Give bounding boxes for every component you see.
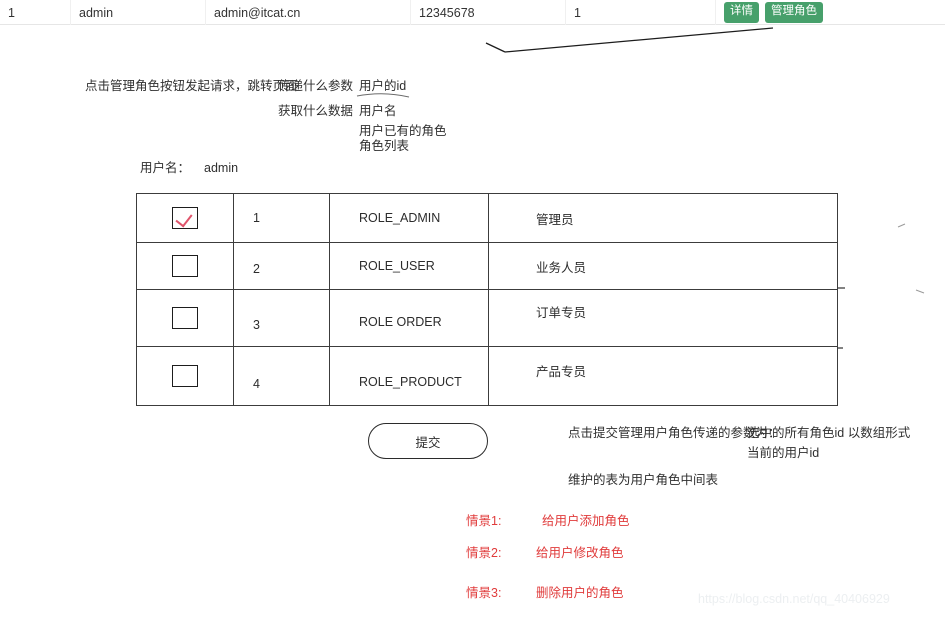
scenario-value: 删除用户的角色 (536, 586, 624, 600)
role-checkbox[interactable] (172, 307, 198, 329)
note-maintained-table: 维护的表为用户角色中间表 (568, 473, 719, 487)
stray-mark-icon (915, 289, 925, 294)
arrow-shaft-icon (504, 27, 774, 53)
role-checkbox-cell (137, 290, 233, 346)
role-name: ROLE_PRODUCT (359, 375, 462, 389)
scenario-label: 情景3: (466, 586, 502, 600)
scenario-value: 给用户修改角色 (536, 546, 624, 560)
annotation-flow-line: 点击管理角色按钮发起请求，跳转页面 (85, 79, 298, 93)
scenario-item-1: 情景1: 给用户添加角色 (466, 510, 630, 529)
role-id: 4 (253, 377, 260, 391)
detail-button[interactable]: 详情 (724, 2, 759, 23)
annotation-param-value: 用户的id (359, 79, 407, 93)
table-row: 1 ROLE_ADMIN 管理员 (137, 194, 837, 243)
table-row: 4 ROLE_PRODUCT 产品专员 (137, 347, 837, 405)
role-checkbox[interactable] (172, 207, 198, 229)
cell-user-id: 1 (8, 5, 15, 20)
role-name: ROLE_USER (359, 259, 435, 273)
cell-actions: 详情 管理角色 (715, 0, 945, 25)
role-checkbox-cell (137, 243, 233, 289)
cell-status: 1 (565, 0, 715, 25)
username-label: 用户名： (140, 161, 191, 175)
scenario-item-2: 情景2: 给用户修改角色 (466, 542, 624, 561)
table-row: 3 ROLE ORDER 订单专员 (137, 290, 837, 347)
role-id: 2 (253, 262, 260, 276)
roles-table: 1 ROLE_ADMIN 管理员 2 ROLE_USER 业务人员 3 ROLE… (136, 193, 838, 406)
watermark: https://blog.csdn.net/qq_40406929 (698, 592, 890, 606)
annotation-data-value-1: 用户名 (359, 104, 397, 118)
annotation-data-label: 获取什么数据 (278, 104, 354, 118)
user-list-table-row: 1 admin admin@itcat.cn 12345678 1 详情 管理角… (0, 0, 945, 25)
annotation-data-value-3: 角色列表 (359, 139, 410, 153)
scenario-label: 情景1: (466, 514, 502, 528)
role-checkbox[interactable] (172, 365, 198, 387)
role-description: 业务人员 (536, 260, 587, 275)
note-submit-param-value-1: 选中的所有角色id 以数组形式 (747, 426, 911, 440)
row-action-group: 详情 管理角色 (724, 2, 823, 23)
role-description: 订单专员 (536, 306, 587, 320)
arrow-head-icon (485, 42, 506, 53)
scenario-value: 给用户添加角色 (542, 514, 630, 528)
role-name: ROLE ORDER (359, 315, 442, 329)
username-display: 用户名： admin (140, 159, 238, 177)
manage-role-button[interactable]: 管理角色 (765, 2, 823, 23)
note-submit-param-value-2: 当前的用户id (747, 446, 820, 460)
annotation-param-label: 传递什么参数 (278, 79, 354, 93)
cell-email: admin@itcat.cn (205, 0, 410, 25)
stray-mark-icon (897, 223, 906, 228)
scenario-label: 情景2: (466, 546, 502, 560)
role-checkbox[interactable] (172, 255, 198, 277)
scenario-item-3: 情景3: 删除用户的角色 (466, 582, 624, 601)
role-id: 1 (253, 211, 260, 225)
table-row: 2 ROLE_USER 业务人员 (137, 243, 837, 290)
role-id: 3 (253, 318, 260, 332)
role-description: 产品专员 (536, 365, 587, 379)
cell-phone: 12345678 (410, 0, 565, 25)
submit-button[interactable]: 提交 (368, 423, 488, 459)
cell-username: admin (70, 0, 205, 25)
username-value: admin (204, 161, 239, 175)
role-checkbox-cell (137, 194, 233, 242)
role-checkbox-cell (137, 347, 233, 405)
role-name: ROLE_ADMIN (359, 211, 441, 225)
role-description: 管理员 (536, 212, 574, 227)
